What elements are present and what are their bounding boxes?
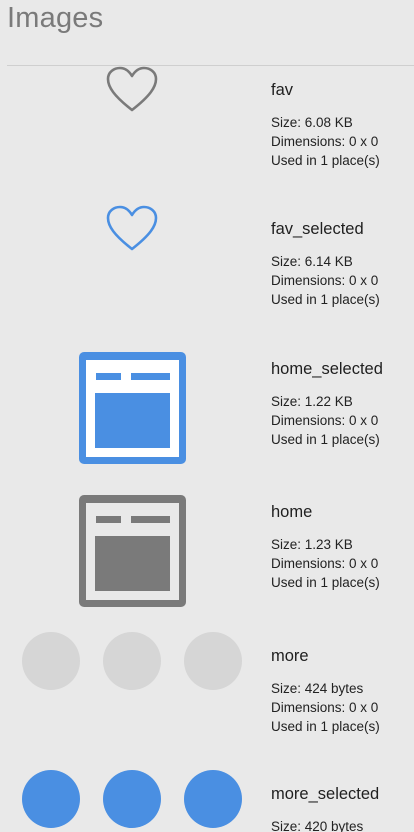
image-list-item[interactable]: fav Size: 6.08 KB Dimensions: 0 x 0 Used…	[0, 66, 414, 196]
image-thumbnail	[0, 770, 262, 830]
image-meta: Size: 6.14 KB Dimensions: 0 x 0 Used in …	[271, 252, 380, 309]
image-usage: Used in 1 place(s)	[271, 153, 380, 168]
image-list-item[interactable]: more_selected Size: 420 bytes	[0, 770, 414, 832]
image-name: home_selected	[271, 360, 383, 378]
image-thumbnail	[0, 205, 262, 253]
image-name: fav	[271, 81, 294, 99]
image-usage: Used in 1 place(s)	[271, 575, 380, 590]
image-usage: Used in 1 place(s)	[271, 292, 380, 307]
image-info: fav_selected Size: 6.14 KB Dimensions: 0…	[271, 220, 380, 309]
dot-icon	[184, 770, 242, 828]
image-size: Size: 420 bytes	[271, 819, 364, 832]
image-name: more	[271, 647, 309, 665]
image-size: Size: 6.14 KB	[271, 254, 353, 269]
image-info: fav Size: 6.08 KB Dimensions: 0 x 0 Used…	[271, 81, 380, 170]
image-dimensions: Dimensions: 0 x 0	[271, 273, 379, 288]
dot-icon	[184, 632, 242, 690]
image-usage: Used in 1 place(s)	[271, 432, 380, 447]
image-thumbnail	[0, 66, 262, 126]
image-info: more Size: 424 bytes Dimensions: 0 x 0 U…	[271, 647, 380, 736]
heart-outline-blue-icon	[106, 205, 158, 251]
image-meta: Size: 424 bytes Dimensions: 0 x 0 Used i…	[271, 679, 380, 736]
image-thumbnail	[0, 345, 262, 465]
image-dimensions: Dimensions: 0 x 0	[271, 556, 379, 571]
image-size: Size: 6.08 KB	[271, 115, 353, 130]
dot-icon	[103, 632, 161, 690]
image-meta: Size: 1.22 KB Dimensions: 0 x 0 Used in …	[271, 392, 383, 449]
image-list-item[interactable]: home Size: 1.23 KB Dimensions: 0 x 0 Use…	[0, 488, 414, 618]
image-info: home_selected Size: 1.22 KB Dimensions: …	[271, 360, 383, 449]
image-meta: Size: 6.08 KB Dimensions: 0 x 0 Used in …	[271, 113, 380, 170]
image-size: Size: 1.22 KB	[271, 394, 353, 409]
image-list-item[interactable]: more Size: 424 bytes Dimensions: 0 x 0 U…	[0, 632, 414, 752]
more-dots-gray-icon	[0, 632, 262, 692]
image-info: home Size: 1.23 KB Dimensions: 0 x 0 Use…	[271, 503, 380, 592]
image-meta: Size: 420 bytes	[271, 817, 379, 832]
image-meta: Size: 1.23 KB Dimensions: 0 x 0 Used in …	[271, 535, 380, 592]
page-title: Images	[7, 2, 104, 34]
dot-icon	[103, 770, 161, 828]
image-size: Size: 1.23 KB	[271, 537, 353, 552]
dot-icon	[22, 632, 80, 690]
dot-icon	[22, 770, 80, 828]
home-window-gray-icon	[79, 495, 186, 607]
home-window-blue-icon	[79, 352, 186, 464]
image-dimensions: Dimensions: 0 x 0	[271, 134, 379, 149]
image-dimensions: Dimensions: 0 x 0	[271, 413, 379, 428]
more-dots-blue-icon	[0, 770, 262, 830]
image-thumbnail	[0, 488, 262, 608]
image-name: home	[271, 503, 313, 521]
heart-outline-gray-icon	[106, 66, 158, 112]
image-list-item[interactable]: fav_selected Size: 6.14 KB Dimensions: 0…	[0, 205, 414, 335]
image-name: fav_selected	[271, 220, 364, 238]
image-usage: Used in 1 place(s)	[271, 719, 380, 734]
images-page: Images fav Size: 6.08 KB Dimensions: 0 x…	[0, 0, 414, 832]
image-info: more_selected Size: 420 bytes	[271, 785, 379, 832]
image-name: more_selected	[271, 785, 380, 803]
image-thumbnail	[0, 632, 262, 692]
image-dimensions: Dimensions: 0 x 0	[271, 700, 379, 715]
image-list-item[interactable]: home_selected Size: 1.22 KB Dimensions: …	[0, 345, 414, 485]
image-size: Size: 424 bytes	[271, 681, 364, 696]
